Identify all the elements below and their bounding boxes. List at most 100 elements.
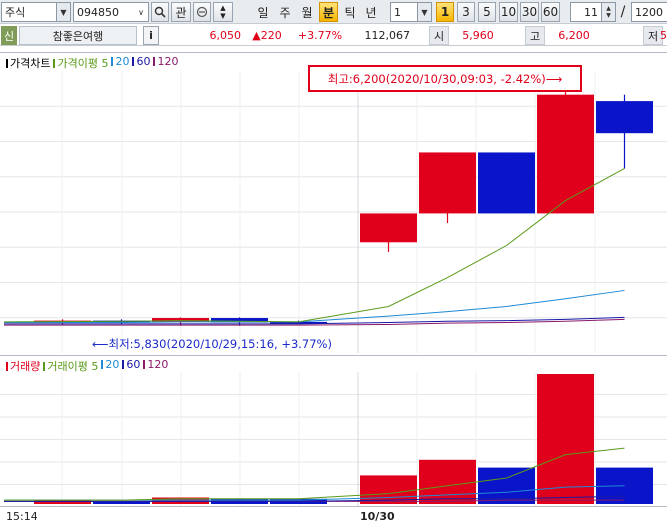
open-value: 5,960 xyxy=(462,29,494,42)
interval-1[interactable]: 1 xyxy=(436,2,454,22)
candle[interactable] xyxy=(596,94,653,169)
chevron-down-icon[interactable]: ∨ xyxy=(134,3,148,21)
candle-body xyxy=(419,152,476,214)
high-callout: 최고:6,200(2020/10/30,09:03, -2.42%)⟶ xyxy=(308,65,582,92)
price-chart-panel[interactable]: 가격차트 가격이평 5 20 60 120 xyxy=(0,52,667,353)
high-price: 6,200 xyxy=(546,26,602,45)
link-button[interactable] xyxy=(193,2,211,22)
quote-bar: 신 참좋은여행 i 6,050 ▲220 +3.77% 112,067 시 5,… xyxy=(0,25,667,46)
high-value: 6,200 xyxy=(558,29,590,42)
time-label-date: 10/30 xyxy=(360,510,395,523)
updown-button[interactable]: ▲ ▼ xyxy=(213,2,233,22)
market-label: 주식 xyxy=(5,6,26,19)
info-icon: i xyxy=(149,29,153,42)
candle[interactable] xyxy=(419,152,476,224)
chevron-down-icon[interactable]: ▼ xyxy=(606,12,611,19)
chevron-down-icon: ▼ xyxy=(220,12,226,20)
current-price: 6,050 xyxy=(163,26,245,45)
low-value: 5 xyxy=(660,29,667,42)
low-price: 5 xyxy=(660,26,667,45)
period-day[interactable]: 일 xyxy=(254,2,272,22)
low-label-text: 저 xyxy=(647,29,659,43)
candle[interactable] xyxy=(360,213,417,252)
high-callout-text: 최고:6,200(2020/10/30,09:03, -2.42%)⟶ xyxy=(327,71,563,86)
time-axis: 15:14 10/30 xyxy=(0,506,667,524)
period-label: 일 xyxy=(257,5,269,20)
period-month[interactable]: 월 xyxy=(298,2,316,22)
candle[interactable] xyxy=(537,88,594,214)
search-button[interactable] xyxy=(151,2,169,22)
period-year[interactable]: 년 xyxy=(362,2,380,22)
interval-label: 30 xyxy=(521,5,538,19)
chevron-up-icon: ▲ xyxy=(220,4,226,12)
total-value: 1200 xyxy=(635,5,663,19)
total-input[interactable]: 1200 xyxy=(631,2,667,22)
candle-body xyxy=(537,94,594,214)
period-label: 년 xyxy=(365,5,377,20)
volume-chart-panel[interactable]: 거래량 거래이평 5 20 60 120 xyxy=(0,355,667,507)
interval-60[interactable]: 60 xyxy=(541,2,560,22)
spin-value: 11 xyxy=(584,5,598,19)
interval-label: 1 xyxy=(440,5,450,19)
interval-30[interactable]: 30 xyxy=(520,2,539,22)
count-select[interactable]: 1 ▼ xyxy=(390,2,432,22)
interval-label: 3 xyxy=(462,5,470,19)
candle-body xyxy=(478,152,535,214)
high-label-text: 고 xyxy=(529,29,541,43)
slash-separator: / xyxy=(618,2,628,22)
link-icon xyxy=(196,6,208,18)
volume-bar[interactable] xyxy=(34,500,91,504)
stock-code-input[interactable]: 094850 ∨ xyxy=(73,2,149,22)
stock-code-value: 094850 xyxy=(77,5,119,19)
open-label: 시 xyxy=(429,26,449,45)
spin-input[interactable]: 11 ▲ ▼ xyxy=(570,2,616,22)
chevron-up-icon[interactable]: ▲ xyxy=(606,5,611,12)
period-label: 분 xyxy=(322,5,335,20)
change-pct-value: +3.77% xyxy=(297,29,343,42)
low-callout-text: ⟵최저:5,830(2020/10/29,15:16, +3.77%) xyxy=(92,337,332,351)
toolbar: 주식 ▼ 094850 ∨ 관 ▲ ▼ 일 주 월 분 틱 년 1 ▼ 1 3 … xyxy=(0,0,667,24)
interest-label: 관 xyxy=(175,5,187,20)
price-change: ▲220 xyxy=(245,26,289,45)
search-icon xyxy=(154,6,166,18)
volume-text: 112,067 xyxy=(364,29,411,42)
spin-arrows[interactable]: ▲ ▼ xyxy=(601,3,615,21)
count-value: 1 xyxy=(394,5,401,19)
interest-button[interactable]: 관 xyxy=(171,2,191,22)
chevron-down-icon[interactable]: ▼ xyxy=(417,3,431,21)
badge-label: 신 xyxy=(3,29,15,43)
high-label: 고 xyxy=(525,26,545,45)
volume-chart[interactable] xyxy=(0,356,667,507)
slash-label: / xyxy=(620,4,626,20)
chevron-down-icon[interactable]: ▼ xyxy=(56,3,70,21)
price-chart[interactable] xyxy=(0,53,667,353)
market-select[interactable]: 주식 ▼ xyxy=(1,2,71,22)
candle-body xyxy=(360,213,417,243)
period-week[interactable]: 주 xyxy=(276,2,294,22)
interval-10[interactable]: 10 xyxy=(499,2,518,22)
candle[interactable] xyxy=(478,152,535,214)
volume-value: 112,067 xyxy=(350,26,414,45)
interval-5[interactable]: 5 xyxy=(478,2,496,22)
open-price: 5,960 xyxy=(450,26,506,45)
stock-name-label: 참좋은여행 xyxy=(52,29,104,43)
price-change-pct: +3.77% xyxy=(293,26,347,45)
period-label: 주 xyxy=(279,5,291,20)
open-label-text: 시 xyxy=(433,29,445,43)
credit-badge: 신 xyxy=(1,26,17,45)
candle-body xyxy=(596,101,653,134)
volume-bar[interactable] xyxy=(537,374,594,504)
period-label: 월 xyxy=(301,5,313,20)
period-tick[interactable]: 틱 xyxy=(341,2,359,22)
low-callout: ⟵최저:5,830(2020/10/29,15:16, +3.77%) xyxy=(92,336,332,352)
interval-label: 5 xyxy=(483,5,491,19)
interval-label: 60 xyxy=(542,5,559,19)
period-minute[interactable]: 분 xyxy=(319,2,338,22)
info-button[interactable]: i xyxy=(143,26,159,45)
volume-bar[interactable] xyxy=(419,459,476,504)
interval-3[interactable]: 3 xyxy=(457,2,475,22)
change-value: ▲220 xyxy=(252,29,282,42)
time-label-start: 15:14 xyxy=(6,510,38,523)
interval-label: 10 xyxy=(500,5,517,19)
price-value: 6,050 xyxy=(209,29,242,42)
